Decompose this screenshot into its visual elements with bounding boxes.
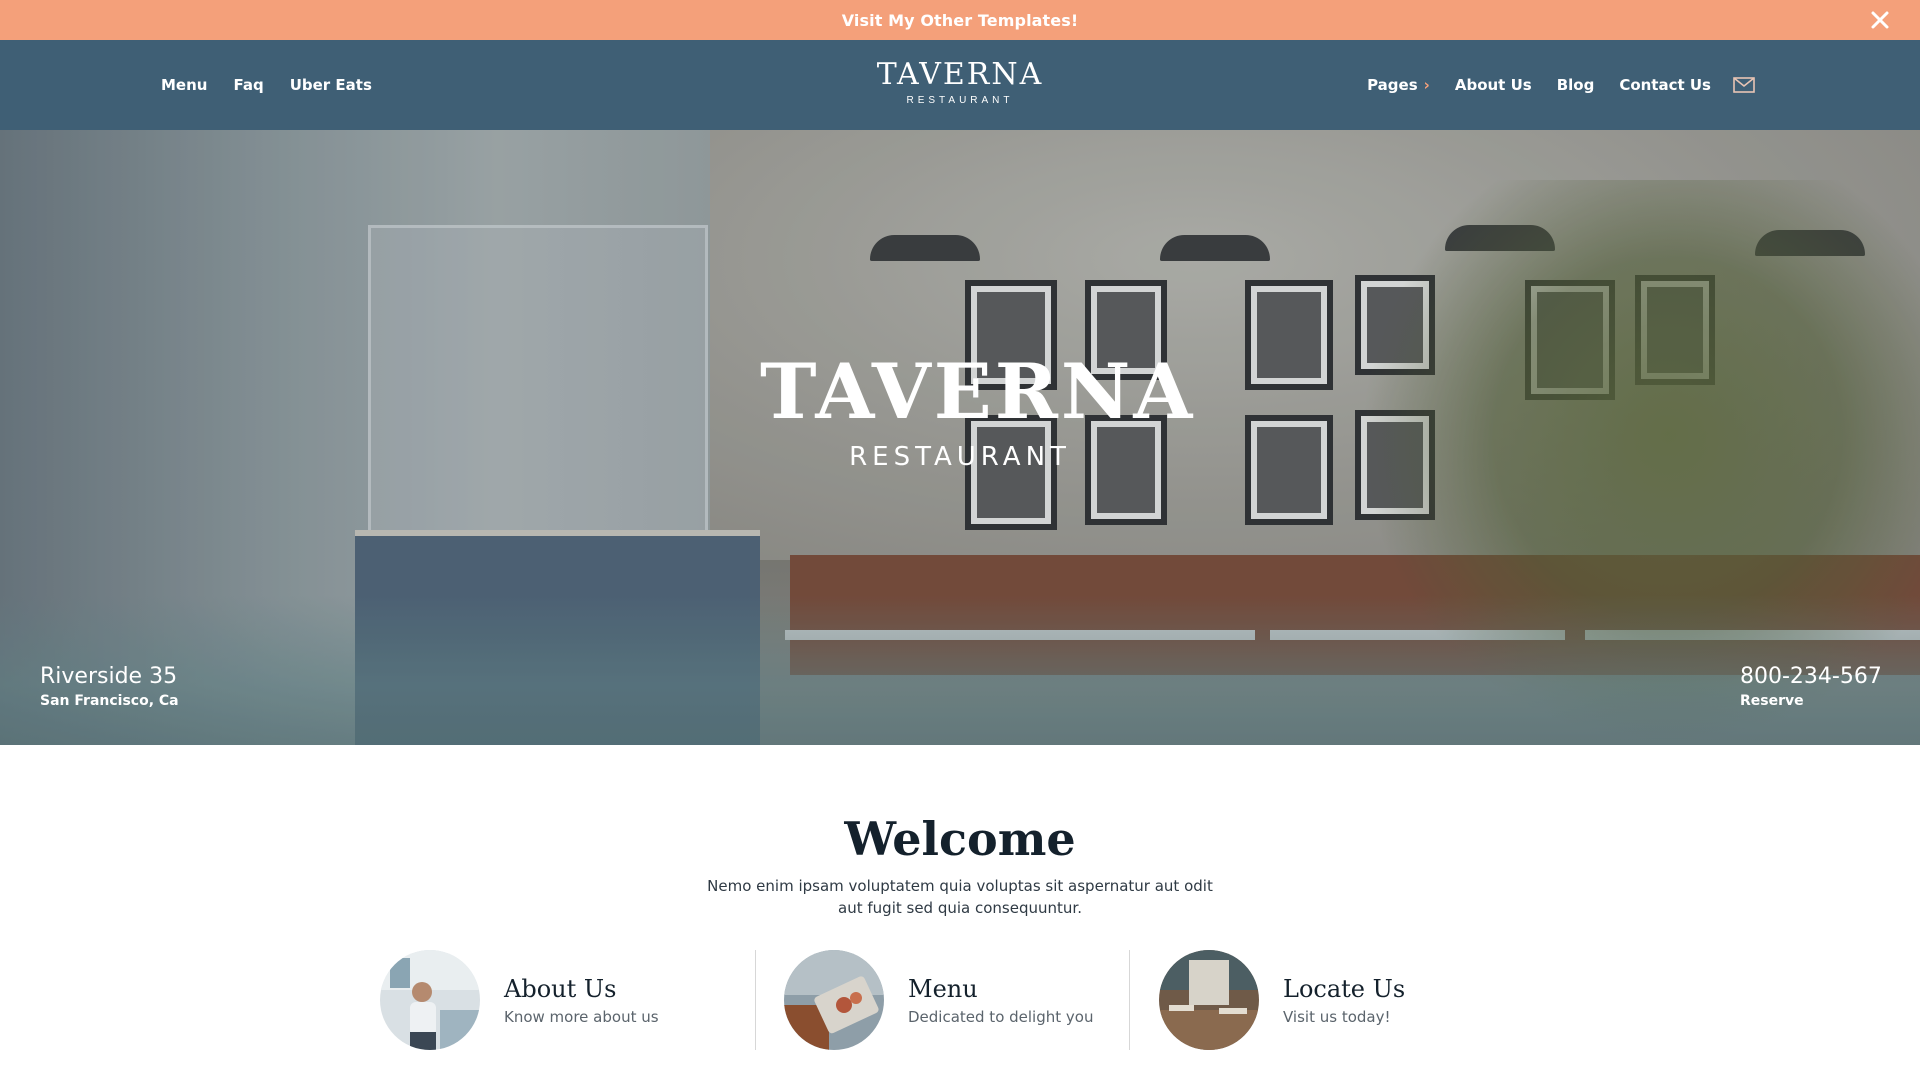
address-city: San Francisco, Ca [40,693,179,709]
feature-divider [755,950,756,1050]
feature-about-us-text: About Us Know more about us [504,974,659,1026]
nav-item-menu[interactable]: Menu [161,76,207,94]
feature-locate-us-image [1159,950,1259,1050]
nav-left-group: Menu Faq Uber Eats [161,40,372,130]
chevron-right-icon: › [1423,76,1430,94]
site-logo[interactable]: TAVERNA RESTAURANT [860,40,1060,130]
feature-locate-us-text: Locate Us Visit us today! [1283,974,1405,1026]
feature-locate-us[interactable]: Locate Us Visit us today! [1159,950,1405,1050]
hero-banner: TAVERNA RESTAURANT Riverside 35 San Fran… [0,130,1920,745]
main-navigation: Menu Faq Uber Eats TAVERNA RESTAURANT Pa… [0,40,1920,130]
announcement-bar: Visit My Other Templates! [0,0,1920,40]
feature-cards: About Us Know more about us Menu Dedicat… [0,950,1920,1050]
mail-icon[interactable] [1733,77,1755,93]
feature-locate-us-title: Locate Us [1283,975,1406,1003]
reserve-link[interactable]: Reserve [1740,693,1882,709]
feature-about-us-image [380,950,480,1050]
feature-menu-text: Menu Dedicated to delight you [908,974,1093,1026]
logo-tagline: RESTAURANT [906,95,1014,106]
feature-menu-title: Menu [908,975,978,1003]
feature-about-us[interactable]: About Us Know more about us [380,950,659,1050]
welcome-title: Welcome [844,812,1076,866]
nav-right-group: Pages › About Us Blog Contact Us [1367,40,1755,130]
other-templates-link[interactable]: Visit My Other Templates! [842,11,1079,30]
welcome-text: Nemo enim ipsam voluptatem quia voluptas… [707,877,1213,917]
restaurant-photo-icon [1159,950,1259,1050]
food-photo-icon [784,950,884,1050]
feature-about-us-subtitle: Know more about us [504,1008,659,1026]
nav-item-uber-eats[interactable]: Uber Eats [290,76,372,94]
phone-number[interactable]: 800-234-567 [1740,663,1882,691]
logo-wordmark: TAVERNA [876,57,1044,92]
feature-divider [1129,950,1130,1050]
feature-menu[interactable]: Menu Dedicated to delight you [784,950,1093,1050]
feature-locate-us-subtitle: Visit us today! [1283,1008,1391,1026]
hero-logo: TAVERNA RESTAURANT [760,347,1196,473]
feature-menu-image [784,950,884,1050]
address-street: Riverside 35 [40,664,178,689]
nav-item-blog[interactable]: Blog [1557,76,1595,94]
nav-item-about-us[interactable]: About Us [1455,76,1532,94]
nav-item-faq[interactable]: Faq [233,76,263,94]
person-photo-icon [380,950,480,1050]
feature-about-us-title: About Us [504,975,617,1003]
hero-logo-wordmark: TAVERNA [760,347,1196,436]
nav-item-contact-us[interactable]: Contact Us [1619,76,1711,94]
close-icon[interactable] [1868,8,1892,32]
nav-item-pages-label: Pages [1367,76,1418,94]
hero-address: Riverside 35 San Francisco, Ca [40,663,179,709]
feature-menu-subtitle: Dedicated to delight you [908,1008,1094,1026]
nav-item-pages[interactable]: Pages › [1367,76,1430,94]
hero-logo-tagline: RESTAURANT [849,442,1071,472]
hero-phone[interactable]: 800-234-567 Reserve [1740,663,1882,709]
